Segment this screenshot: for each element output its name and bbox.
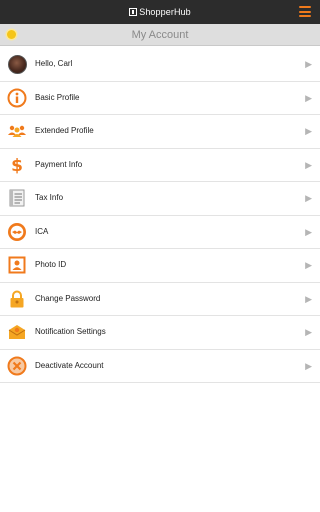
id-card-icon [7, 255, 27, 275]
menu-item-tax-info[interactable]: Tax Info ▶ [0, 182, 320, 216]
menu-item-payment-info[interactable]: $ Payment Info ▶ [0, 149, 320, 182]
handshake-icon [7, 222, 27, 242]
chevron-right-icon: ▶ [305, 126, 312, 137]
chevron-right-icon: ▶ [305, 226, 312, 237]
menu-item-extended-profile[interactable]: Extended Profile ▶ [0, 115, 320, 149]
account-menu-list: Hello, Carl ▶ Basic Profile ▶ Extended P… [0, 48, 320, 383]
chevron-right-icon: ▶ [305, 360, 312, 371]
chevron-right-icon: ▶ [305, 59, 312, 70]
people-icon [7, 121, 27, 141]
svg-text:$: $ [11, 156, 23, 175]
menu-item-label: Notification Settings [35, 327, 106, 337]
chevron-right-icon: ▶ [305, 159, 312, 170]
brand-name: ShopperHub [139, 7, 191, 17]
menu-item-label: Tax Info [35, 193, 64, 203]
chevron-right-icon: ▶ [305, 92, 312, 103]
menu-item-ica[interactable]: ICA ▶ [0, 216, 320, 249]
chevron-right-icon: ▶ [305, 193, 312, 204]
menu-item-label: Deactivate Account [35, 360, 104, 370]
lock-icon [7, 289, 27, 309]
menu-item-label: Extended Profile [35, 126, 94, 136]
top-bar: ShopperHub [0, 0, 320, 24]
menu-item-label: Change Password [35, 293, 101, 303]
document-icon [7, 188, 27, 208]
chevron-right-icon: ▶ [305, 327, 312, 338]
brand-logo: ShopperHub [0, 5, 320, 19]
hamburger-menu-icon[interactable] [299, 6, 311, 17]
envelope-icon [7, 322, 27, 342]
menu-item-label: Basic Profile [35, 92, 80, 102]
avatar [7, 54, 27, 74]
menu-item-hello[interactable]: Hello, Carl ▶ [0, 48, 320, 82]
menu-item-notification-settings[interactable]: Notification Settings ▶ [0, 316, 320, 350]
menu-item-label: ICA [35, 226, 49, 236]
page-title: My Account [131, 29, 189, 41]
menu-item-label: Hello, Carl [35, 59, 73, 69]
menu-item-basic-profile[interactable]: Basic Profile ▶ [0, 82, 320, 115]
menu-item-label: Payment Info [35, 159, 83, 169]
menu-item-change-password[interactable]: Change Password ▶ [0, 283, 320, 316]
dollar-icon: $ [7, 155, 27, 175]
cancel-icon [7, 356, 27, 376]
menu-item-label: Photo ID [35, 260, 67, 270]
brand-mark-icon [129, 8, 138, 16]
menu-item-photo-id[interactable]: Photo ID ▶ [0, 249, 320, 283]
chevron-right-icon: ▶ [305, 293, 312, 304]
chevron-right-icon: ▶ [305, 260, 312, 271]
menu-item-deactivate-account[interactable]: Deactivate Account ▶ [0, 350, 320, 383]
page-header: My Account [0, 24, 320, 46]
info-icon [7, 88, 27, 108]
